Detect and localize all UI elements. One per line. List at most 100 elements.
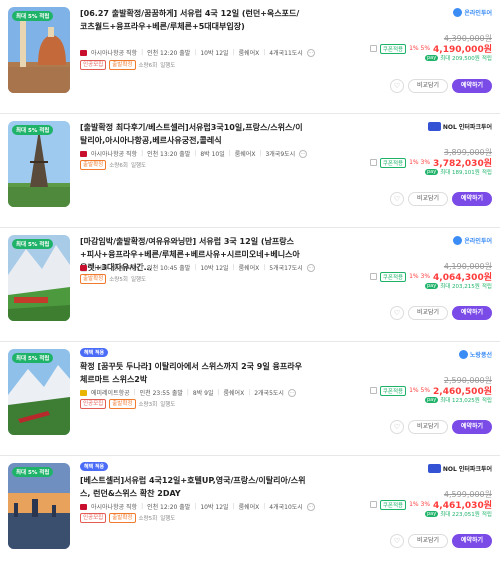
points-row: pay 최대 223,051원 적립 xyxy=(424,510,492,518)
more-icon[interactable]: ⋯ xyxy=(306,263,315,272)
book-button[interactable]: 예약하기 xyxy=(452,420,492,434)
tour-meta: 아시아나항공 직항 | 인천 10:45 출발 | 10박 12일 | 룸쉐어X… xyxy=(80,263,315,272)
vendor-logo: 온라인투어 xyxy=(453,236,492,245)
points-label: 적립 xyxy=(481,398,492,404)
points-amount: 최대 123,025원 xyxy=(440,398,480,404)
tour-thumbnail[interactable]: 최대 5% 적립 xyxy=(8,463,70,549)
roomshare-flag: 룸쉐어X xyxy=(238,50,260,57)
tour-meta: 아시아나항공 직항 | 인천 13:20 출발 | 8박 10일 | 룸쉐어X … xyxy=(80,149,308,158)
points-row: pay 최대 123,025원 적립 xyxy=(424,396,492,404)
action-row: ♡ 비교담기 예약하기 xyxy=(390,420,492,434)
book-button[interactable]: 예약하기 xyxy=(452,79,492,93)
airline-label: 아시아나항공 직항 xyxy=(91,151,138,158)
coupon-tag: 쿠폰적용 xyxy=(379,157,407,168)
coupon-tag: 쿠폰적용 xyxy=(379,385,407,396)
points-amount: 최대 223,051원 xyxy=(440,512,480,518)
discount: 1% 5% xyxy=(409,387,431,394)
seats-group: 일행도 xyxy=(130,163,147,169)
tag: 인공모집 xyxy=(80,60,107,70)
tour-thumbnail[interactable]: 최대 5% 적립 xyxy=(8,7,70,93)
checkbox-icon[interactable] xyxy=(369,273,377,280)
checkbox-icon[interactable] xyxy=(369,501,377,508)
more-icon[interactable]: ⋯ xyxy=(306,502,315,511)
tag-row: 출발확정 소량6회 일행도 xyxy=(80,160,146,170)
airline-label: 아시아나항공 직항 xyxy=(91,50,138,57)
checkbox-icon[interactable] xyxy=(369,45,377,52)
tag: 출발확정 xyxy=(109,60,136,70)
pay-icon: pay xyxy=(424,55,439,61)
pay-icon: pay xyxy=(424,397,439,403)
airline-icon xyxy=(80,150,87,157)
tour-thumbnail[interactable]: 최대 5% 적립 xyxy=(8,235,70,321)
points-label: 적립 xyxy=(481,284,492,290)
tour-card[interactable]: 최대 5% 적립 [06.27 출발확정/꿈꿈하게] 서유럽 4국 12일 (런… xyxy=(0,0,500,114)
tour-card[interactable]: 최대 5% 적립 혜택 적용 [베스트셀러]서유럽 4국12일+호텔UP,영국/… xyxy=(0,456,500,561)
points-badge: 최대 5% 적립 xyxy=(12,11,54,21)
tag: 출발확정 xyxy=(109,399,136,409)
discount: 1% 3% xyxy=(409,273,431,280)
airline-icon xyxy=(80,49,87,56)
airline-icon xyxy=(80,264,87,271)
more-icon[interactable]: ⋯ xyxy=(306,48,315,57)
tour-card[interactable]: 최대 5% 적립 [마감임박/출발확정/여유유와닝만] 서유럽 3국 12일 (… xyxy=(0,228,500,342)
tag: 인공모집 xyxy=(80,513,107,523)
tour-card[interactable]: 최대 5% 적립 혜택 적용 확정 [꿈꾸듯 두나라] 이탈리아에서 스위스까지… xyxy=(0,342,500,456)
seats: 소량5회 xyxy=(138,516,158,522)
vendor-icon xyxy=(458,350,468,359)
heart-icon[interactable]: ♡ xyxy=(390,306,404,320)
tag-row: 인공모집 출발확정 소량6회 일행도 xyxy=(80,60,175,70)
roomshare-flag: 룸쉐어X xyxy=(238,265,260,272)
tour-card[interactable]: 최대 5% 적립 [출발확정 최다후기/베스트셀러]서유럽3국10일,프랑스/스… xyxy=(0,114,500,228)
roomshare-flag: 룸쉐어X xyxy=(234,151,256,158)
action-row: ♡ 비교담기 예약하기 xyxy=(390,306,492,320)
duration: 8박 9일 xyxy=(192,390,214,397)
seats-group: 일행도 xyxy=(130,277,147,283)
depart-time: 인천 23:55 출발 xyxy=(139,390,183,397)
seats: 소량6회 xyxy=(109,163,128,169)
book-button[interactable]: 예약하기 xyxy=(452,192,492,206)
discount: 1% 3% xyxy=(409,159,431,166)
pay-icon: pay xyxy=(424,283,439,289)
tour-thumbnail[interactable]: 최대 5% 적립 xyxy=(8,349,70,435)
vendor-logo: NOL 인터파크투어 xyxy=(427,464,492,473)
checkbox-icon[interactable] xyxy=(369,387,377,394)
compare-button[interactable]: 비교담기 xyxy=(408,306,448,320)
checkbox-icon[interactable] xyxy=(369,159,377,166)
action-row: ♡ 비교담기 예약하기 xyxy=(390,79,492,93)
book-button[interactable]: 예약하기 xyxy=(452,306,492,320)
more-icon[interactable]: ⋯ xyxy=(299,149,308,158)
roomshare-flag: 룸쉐어X xyxy=(238,504,260,511)
more-icon[interactable]: ⋯ xyxy=(287,388,296,397)
tour-title[interactable]: [06.27 출발확정/꿈꿈하게] 서유럽 4국 12일 (런던+옥스포드/코츠… xyxy=(80,7,306,33)
benefit-pill: 혜택 적용 xyxy=(80,462,109,471)
tour-thumbnail[interactable]: 최대 5% 적립 xyxy=(8,121,70,207)
roomshare-flag: 룸쉐어X xyxy=(223,390,245,397)
points-label: 적립 xyxy=(481,56,492,62)
compare-button[interactable]: 비교담기 xyxy=(408,534,448,548)
points-badge: 최대 5% 적립 xyxy=(12,467,54,477)
tour-meta: 아시아나항공 직항 | 인천 12:20 출발 | 10박 12일 | 룸쉐어X… xyxy=(80,502,315,511)
points-label: 적립 xyxy=(481,170,492,176)
compare-button[interactable]: 비교담기 xyxy=(408,192,448,206)
seats-group: 일행도 xyxy=(160,63,176,69)
tag: 인공모집 xyxy=(80,399,107,409)
tag-row: 인공모집 출발확정 소량3회 일행도 xyxy=(80,399,175,409)
compare-button[interactable]: 비교담기 xyxy=(408,79,448,93)
cities: 4개국10도시 xyxy=(269,504,303,511)
tour-title[interactable]: [출발확정 최다후기/베스트셀러]서유럽3국10일,프랑스/스위스/이탈리아,아… xyxy=(80,121,306,147)
compare-button[interactable]: 비교담기 xyxy=(408,420,448,434)
heart-icon[interactable]: ♡ xyxy=(390,79,404,93)
tour-title[interactable]: [베스트셀러]서유럽 4국12일+호텔UP,영국/프랑스/이탈리아/스위스, 런… xyxy=(80,474,306,500)
tour-list: 최대 5% 적립 [06.27 출발확정/꿈꿈하게] 서유럽 4국 12일 (런… xyxy=(0,0,500,561)
airline-label: 아시아나항공 직항 xyxy=(91,265,138,272)
duration: 8박 10일 xyxy=(200,151,225,158)
heart-icon[interactable]: ♡ xyxy=(390,534,404,548)
coupon-tag: 쿠폰적용 xyxy=(379,499,407,510)
heart-icon[interactable]: ♡ xyxy=(390,420,404,434)
tag-row: 출발확정 소량5회 일행도 xyxy=(80,274,146,284)
airline-icon xyxy=(80,503,87,510)
heart-icon[interactable]: ♡ xyxy=(390,192,404,206)
tour-title[interactable]: 확정 [꿈꾸듯 두나라] 이탈리아에서 스위스까지 2국 9일 융프라우 체르마… xyxy=(80,360,306,386)
airline-label: 에미레이트항공 xyxy=(91,390,130,397)
book-button[interactable]: 예약하기 xyxy=(452,534,492,548)
